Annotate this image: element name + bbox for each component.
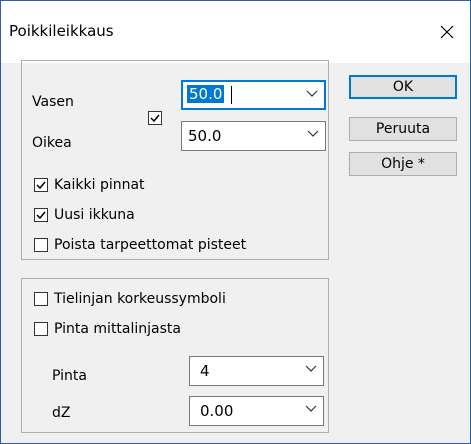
- vasen-combobox[interactable]: 50.0: [181, 80, 326, 110]
- tielinjan-checkbox[interactable]: [34, 292, 48, 306]
- ok-button[interactable]: OK: [349, 75, 457, 99]
- dz-label: dZ: [52, 405, 71, 421]
- dz-value: 0.00: [200, 402, 234, 420]
- close-icon: [440, 25, 454, 39]
- poista-checkbox[interactable]: [34, 238, 48, 252]
- poista-label[interactable]: Poista tarpeettomat pisteet: [54, 237, 246, 253]
- pinta-value: 4: [200, 362, 210, 380]
- oikea-label: Oikea: [32, 135, 72, 151]
- kaikki-pinnat-label[interactable]: Kaikki pinnat: [54, 177, 145, 193]
- text-caret: [231, 86, 232, 104]
- oikea-value: 50.0: [188, 127, 222, 145]
- tielinjan-label[interactable]: Tielinjan korkeussymboli: [54, 291, 226, 307]
- chevron-down-icon: [305, 365, 317, 372]
- chevron-down-icon: [306, 90, 318, 97]
- uusi-ikkuna-label[interactable]: Uusi ikkuna: [54, 207, 135, 223]
- close-button[interactable]: [424, 1, 470, 63]
- chevron-down-icon: [305, 405, 317, 412]
- title-bar: Poikkileikkaus: [1, 1, 470, 63]
- vasen-label: Vasen: [32, 94, 74, 110]
- vasen-value: 50.0: [187, 85, 225, 103]
- pinta-mittalinjasta-label[interactable]: Pinta mittalinjasta: [54, 321, 181, 337]
- dz-combobox[interactable]: 0.00: [189, 396, 324, 426]
- cancel-button[interactable]: Peruuta: [349, 117, 457, 141]
- checkmark-icon: [36, 181, 46, 190]
- help-button[interactable]: Ohje *: [349, 152, 457, 176]
- dialog-window: Poikkileikkaus Vasen Oikea 50.0 50.0 Kai…: [0, 0, 471, 444]
- pinta-label: Pinta: [52, 368, 87, 384]
- checkmark-icon: [36, 211, 46, 220]
- uusi-ikkuna-checkbox[interactable]: [34, 208, 48, 222]
- kaikki-pinnat-checkbox[interactable]: [34, 178, 48, 192]
- chevron-down-icon: [307, 130, 319, 137]
- pinta-combobox[interactable]: 4: [189, 356, 324, 386]
- link-values-checkbox[interactable]: [148, 111, 162, 125]
- checkmark-icon: [150, 114, 160, 123]
- oikea-combobox[interactable]: 50.0: [181, 121, 326, 151]
- dialog-body: Vasen Oikea 50.0 50.0 Kaikki pinnat Uusi…: [1, 60, 470, 443]
- pinta-mittalinjasta-checkbox[interactable]: [34, 322, 48, 336]
- window-title: Poikkileikkaus: [9, 22, 114, 40]
